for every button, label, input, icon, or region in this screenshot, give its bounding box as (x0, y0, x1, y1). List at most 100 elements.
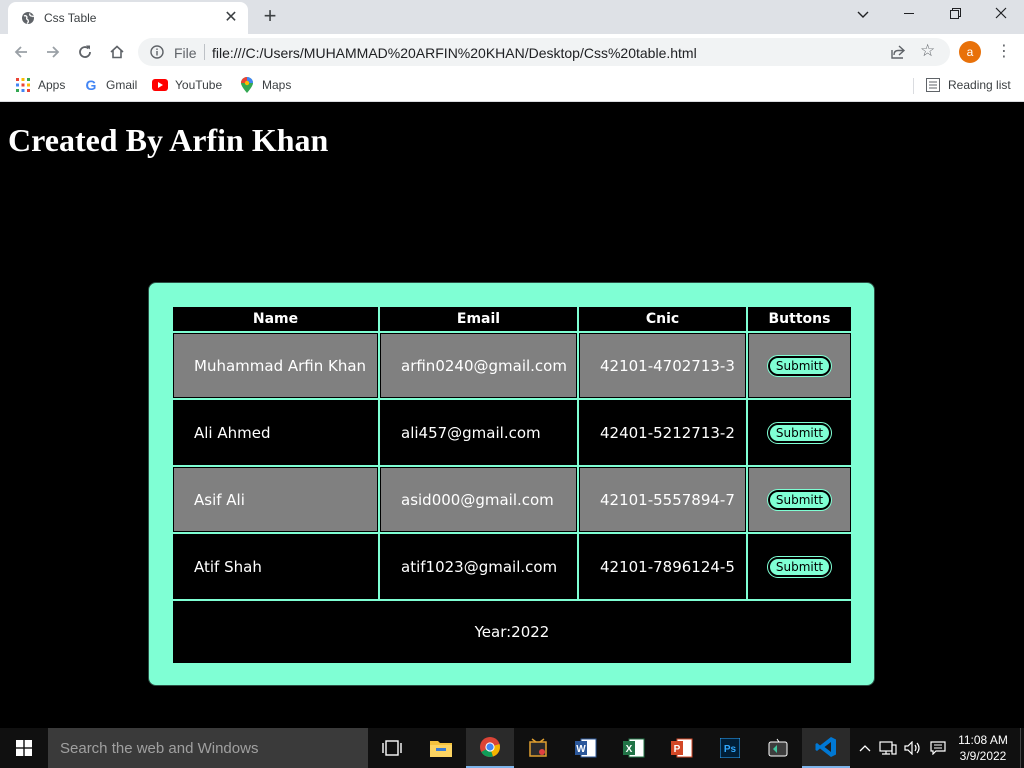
reading-list-label: Reading list (948, 78, 1011, 92)
windows-start-icon[interactable] (0, 728, 48, 768)
network-icon[interactable] (877, 728, 899, 768)
browser-toolbar: File file:///C:/Users/MUHAMMAD%20ARFIN%2… (0, 34, 1024, 70)
cell-name: Ali Ahmed (173, 400, 378, 465)
table-footer: Year:2022 (173, 601, 851, 663)
svg-text:P: P (674, 744, 681, 755)
cell-button: Submitt (748, 400, 851, 465)
browser-titlebar: Css Table ✕ + (0, 0, 1024, 34)
chevron-up-icon[interactable] (855, 728, 875, 768)
url-scheme-label: File (174, 45, 197, 61)
powerpoint-icon[interactable]: P (658, 728, 706, 768)
cell-cnic: 42401-5212713-2 (579, 400, 746, 465)
bookmark-gmail[interactable]: G Gmail (83, 77, 138, 93)
table-row: Atif Shah atif1023@gmail.com 42101-78961… (173, 534, 851, 599)
file-explorer-icon[interactable] (417, 728, 465, 768)
cell-name: Atif Shah (173, 534, 378, 599)
page-viewport: Created By Arfin Khan Name Email Cnic Bu… (0, 103, 1024, 727)
table-card: Name Email Cnic Buttons Muhammad Arfin K… (148, 282, 875, 686)
cell-cnic: 42101-5557894-7 (579, 467, 746, 532)
svg-text:X: X (626, 744, 633, 755)
home-icon[interactable] (105, 40, 129, 64)
bookmark-apps-label: Apps (38, 78, 66, 92)
taskbar-search-placeholder: Search the web and Windows (60, 740, 259, 757)
submit-button[interactable]: Submitt (766, 421, 833, 444)
excel-icon[interactable]: X (610, 728, 658, 768)
cell-email: ali457@gmail.com (380, 400, 577, 465)
bookmark-maps[interactable]: Maps (239, 77, 291, 93)
apps-grid-icon (15, 77, 31, 93)
tab-close-icon[interactable]: ✕ (222, 9, 240, 27)
bookmark-star-icon[interactable]: ☆ (920, 42, 935, 60)
restore-icon[interactable] (932, 0, 978, 30)
vscode-icon[interactable] (802, 728, 850, 768)
reload-icon[interactable] (73, 40, 97, 64)
chrome-icon[interactable] (466, 728, 514, 768)
kebab-menu-icon[interactable]: ⋮ (996, 42, 1012, 62)
taskbar: Search the web and Windows W X P Ps 11:0… (0, 728, 1024, 768)
word-icon[interactable]: W (562, 728, 610, 768)
bookmark-gmail-label: Gmail (106, 78, 138, 92)
submit-button[interactable]: Submitt (766, 555, 833, 578)
bookmark-youtube-label: YouTube (175, 78, 223, 92)
table-footer-row: Year:2022 (173, 601, 851, 663)
bookmarks-separator (913, 78, 914, 94)
table-row: Muhammad Arfin Khan arfin0240@gmail.com … (173, 333, 851, 398)
cell-cnic: 42101-7896124-5 (579, 534, 746, 599)
task-view-icon[interactable] (368, 728, 416, 768)
page-heading: Created By Arfin Khan (8, 122, 329, 158)
address-bar[interactable]: File file:///C:/Users/MUHAMMAD%20ARFIN%2… (138, 38, 950, 66)
table-header-row: Name Email Cnic Buttons (173, 307, 851, 331)
header-name: Name (173, 307, 378, 331)
browser-tab[interactable]: Css Table ✕ (8, 2, 248, 34)
header-email: Email (380, 307, 577, 331)
address-separator (204, 44, 205, 60)
submit-button[interactable]: Submitt (766, 354, 833, 377)
bookmark-apps[interactable]: Apps (15, 77, 65, 93)
profile-avatar[interactable]: a (959, 41, 981, 63)
youtube-icon (152, 77, 168, 93)
table-row: Ali Ahmed ali457@gmail.com 42401-5212713… (173, 400, 851, 465)
clock-time: 11:08 AM (958, 733, 1008, 747)
url-text[interactable]: file:///C:/Users/MUHAMMAD%20ARFIN%20KHAN… (212, 45, 697, 61)
cell-button: Submitt (748, 333, 851, 398)
google-g-icon: G (85, 77, 97, 93)
tab-title: Css Table (44, 11, 97, 25)
maps-pin-icon (239, 77, 255, 93)
cell-email: asid000@gmail.com (380, 467, 577, 532)
bookmarks-bar: Apps G Gmail YouTube Maps Reading list (0, 70, 1024, 102)
volume-icon[interactable] (902, 728, 924, 768)
cell-button: Submitt (748, 467, 851, 532)
window-close-icon[interactable] (978, 0, 1024, 30)
header-buttons: Buttons (748, 307, 851, 331)
new-tab-icon[interactable]: + (258, 4, 282, 28)
cell-email: atif1023@gmail.com (380, 534, 577, 599)
photoshop-icon[interactable]: Ps (706, 728, 754, 768)
app-icon[interactable] (754, 728, 802, 768)
bookmark-youtube[interactable]: YouTube (152, 77, 222, 93)
cell-email: arfin0240@gmail.com (380, 333, 577, 398)
taskbar-search-input[interactable]: Search the web and Windows (48, 728, 368, 768)
submit-button[interactable]: Submitt (766, 488, 833, 511)
info-icon[interactable] (150, 45, 164, 59)
cell-name: Muhammad Arfin Khan (173, 333, 378, 398)
tab-search-chevron-icon[interactable] (840, 0, 886, 30)
back-arrow-icon[interactable] (9, 40, 33, 64)
media-app-icon[interactable] (514, 728, 562, 768)
reading-list-button[interactable]: Reading list (925, 77, 1011, 93)
share-icon[interactable] (890, 44, 906, 60)
reading-list-icon (925, 77, 941, 93)
cell-button: Submitt (748, 534, 851, 599)
header-cnic: Cnic (579, 307, 746, 331)
cell-name: Asif Ali (173, 467, 378, 532)
minimize-icon[interactable] (886, 0, 932, 30)
cell-cnic: 42101-4702713-3 (579, 333, 746, 398)
show-desktop-button[interactable] (1020, 728, 1024, 768)
data-table: Name Email Cnic Buttons Muhammad Arfin K… (171, 305, 853, 665)
bookmark-maps-label: Maps (262, 78, 292, 92)
forward-arrow-icon[interactable] (41, 40, 65, 64)
clock-date: 3/9/2022 (959, 749, 1007, 763)
action-center-icon[interactable] (928, 728, 948, 768)
taskbar-clock[interactable]: 11:08 AM 3/9/2022 (952, 732, 1014, 764)
svg-text:Ps: Ps (724, 744, 737, 755)
table-row: Asif Ali asid000@gmail.com 42101-5557894… (173, 467, 851, 532)
